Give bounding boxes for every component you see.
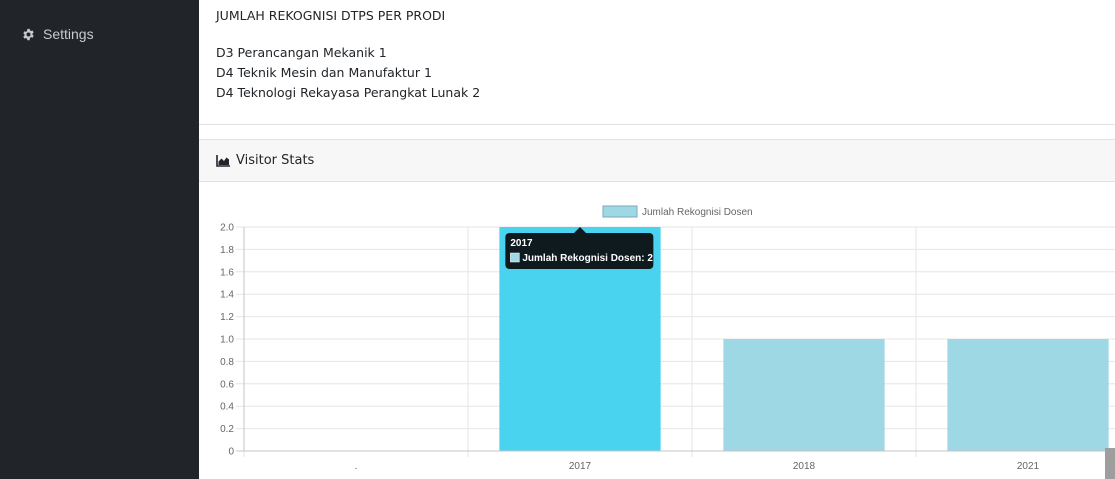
bar-chart: Jumlah Rekognisi Dosen 0 0.2 0.4 0.6 0.8 1.0 1…: [220, 205, 1115, 472]
y-tick-label: 1.2: [220, 312, 234, 323]
card-title: Visitor Stats: [236, 153, 315, 168]
tooltip-title: 2017: [510, 238, 533, 249]
x-tick-label: 2017: [569, 461, 592, 472]
y-tick-label: 0.2: [220, 424, 234, 435]
x-tick-label: 2021: [1017, 461, 1040, 472]
area-chart-icon: [216, 154, 230, 167]
x-tick-label: 2018: [793, 461, 816, 472]
gear-icon: [23, 28, 34, 40]
y-tick-label: 1.4: [220, 290, 234, 301]
y-tick-label: 2.0: [220, 223, 234, 234]
summary-line: D4 Teknologi Rekayasa Perangkat Lunak 2: [216, 85, 481, 100]
y-tick-label: 0.8: [220, 357, 234, 368]
y-tick-label: 0: [228, 447, 234, 458]
y-tick-label: 1.8: [220, 245, 234, 256]
x-tick-label: .: [355, 461, 358, 472]
scrollbar-thumb[interactable]: [1105, 448, 1115, 479]
summary-line: D3 Perancangan Mekanik 1: [216, 45, 387, 60]
legend-swatch: [602, 205, 638, 218]
card-header: Visitor Stats: [199, 139, 1115, 182]
divider: [199, 124, 1115, 125]
summary-line: D4 Teknik Mesin dan Manufaktur 1: [216, 65, 432, 80]
chart-bar: [723, 339, 885, 451]
tooltip-text: Jumlah Rekognisi Dosen: 2: [522, 253, 653, 264]
sidebar-item-label: Settings: [43, 26, 94, 42]
rekognisi-summary: JUMLAH REKOGNISI DTPS PER PRODI D3 Peran…: [216, 8, 480, 103]
y-tick-label: 0.6: [220, 379, 234, 390]
sidebar-item-settings[interactable]: Settings: [22, 26, 94, 42]
chart-bar: [947, 339, 1109, 451]
legend-label: Jumlah Rekognisi Dosen: [642, 207, 753, 218]
y-tick-label: 0.4: [220, 402, 234, 413]
tooltip-swatch: [510, 252, 520, 263]
summary-title: JUMLAH REKOGNISI DTPS PER PRODI: [216, 8, 446, 23]
y-tick-label: 1.0: [220, 335, 234, 346]
y-tick-label: 1.6: [220, 267, 234, 278]
